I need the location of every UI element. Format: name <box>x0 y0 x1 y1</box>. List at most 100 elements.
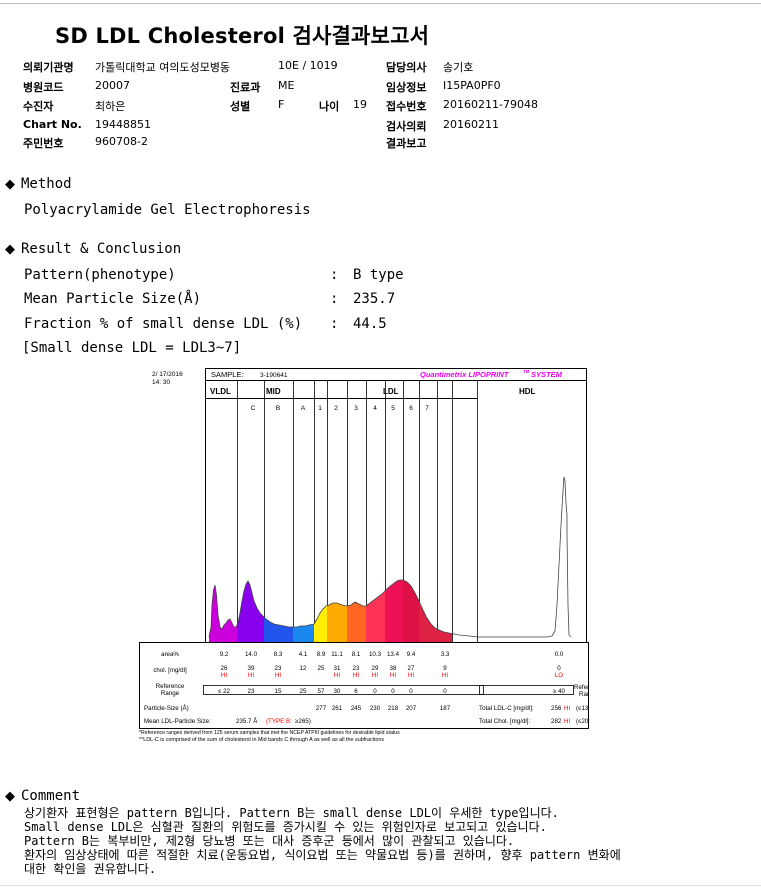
cell-area: 13.4 <box>387 651 400 658</box>
row-label-area: area% <box>161 651 179 658</box>
brand-tm: TM <box>523 369 530 374</box>
cell-area: 14.0 <box>245 651 258 658</box>
chart-time: 14: 30 <box>152 379 170 386</box>
label-sex: 성별 <box>230 100 251 113</box>
diamond-bullet-icon: ◆ <box>5 789 15 804</box>
cell-particle-size: 187 <box>440 705 451 712</box>
cell-flag: HI <box>372 672 378 679</box>
band-label: C <box>251 405 256 412</box>
mean-type-label: (TYPE B: <box>266 718 292 725</box>
mean-particle-size-value: 235.7 Å <box>236 718 258 725</box>
comment-line-4: 환자의 임상상태에 따른 적절한 치료(운동요법, 식이요법 또는 약물요법 등… <box>24 848 621 862</box>
cell-particle-size: 230 <box>370 705 381 712</box>
footnote-1: *Reference ranges derived from 125 serum… <box>139 730 400 736</box>
lipoprint-report-chart: 2/ 17/2016 14: 30 SAMPLE: 3-190641 Quant… <box>139 365 589 737</box>
cell-particle-size: 261 <box>332 705 343 712</box>
cell-particle-size: 207 <box>406 705 417 712</box>
cell-area: 8.3 <box>274 651 283 658</box>
label-hospital-code: 병원코드 <box>23 81 64 94</box>
row-label-reference: Reference <box>156 683 185 690</box>
label-receipt-no: 접수번호 <box>386 100 427 113</box>
cell-area: 9.2 <box>220 651 229 658</box>
cell-flag: HI <box>221 672 227 679</box>
cell-flag: HI <box>334 672 340 679</box>
right-reference-label: Reference <box>574 684 589 691</box>
cell-area: 8.9 <box>317 651 326 658</box>
method-heading: ◆ Method <box>5 176 72 192</box>
cell-ref: 0 <box>373 688 377 695</box>
right-range-label: Range <box>579 691 589 698</box>
chart-date: 2/ 17/2016 <box>152 371 183 378</box>
band-label: 4 <box>373 405 377 412</box>
cell-chol: 29 <box>372 665 379 672</box>
value-chart-no: 19448851 <box>95 118 151 131</box>
cell-flag: HI <box>408 672 414 679</box>
value-hospital-code: 20007 <box>95 79 130 92</box>
total-ldl-c-label: Total LDL-C [mg/dl]: <box>479 705 534 712</box>
cell-area: 4.1 <box>299 651 308 658</box>
pattern-label: Pattern(phenotype) <box>24 267 176 283</box>
cell-chol: 39 <box>248 665 255 672</box>
total-chol-label: Total Chol. [mg/dl]: <box>479 718 531 725</box>
pattern-value: B type <box>353 267 404 283</box>
label-clinical-info: 임상정보 <box>386 81 427 94</box>
total-chol-value: 282 <box>551 718 562 725</box>
band-label: 3 <box>354 405 358 412</box>
region-hdl-label: HDL <box>519 387 536 396</box>
cell-ref: 57 <box>318 688 325 695</box>
band-label: 5 <box>391 405 395 412</box>
top-divider <box>0 3 761 4</box>
comment-line-1: 상기환자 표현형은 pattern B입니다. Pattern B는 small… <box>24 806 559 820</box>
cell-chol: 23 <box>275 665 282 672</box>
band-label: 6 <box>409 405 413 412</box>
cell-particle-size: 245 <box>351 705 362 712</box>
pattern-sep: : <box>330 267 339 283</box>
row-label-chol: chol. [mg/dl] <box>153 667 187 674</box>
label-department: 진료과 <box>230 81 261 94</box>
total-ldl-c-flag: HI <box>564 705 570 712</box>
cell-area: 3.3 <box>441 651 450 658</box>
report-title: SD LDL Cholesterol 검사결과보고서 <box>55 24 430 48</box>
cell-flag: HI <box>442 672 448 679</box>
cell-area: 0.0 <box>555 651 564 658</box>
cell-ref: 0 <box>443 688 447 695</box>
cell-flag: HI <box>275 672 281 679</box>
row-label-range: Range <box>161 690 180 697</box>
footnote-2: **LDL-C is comprised of the sum of chole… <box>139 737 385 743</box>
value-clinical-info: I15PA0PF0 <box>443 79 501 92</box>
cell-ref: 0 <box>409 688 413 695</box>
cell-ref: ≥ 40 <box>553 688 566 695</box>
particle-size-value: 235.7 <box>353 291 396 307</box>
cell-chol: 27 <box>408 665 415 672</box>
fraction-value: 44.5 <box>353 316 387 332</box>
comment-line-5: 대한 확인을 권유합니다. <box>24 862 157 876</box>
cell-chol: 23 <box>353 665 360 672</box>
cell-chol: 38 <box>390 665 397 672</box>
region-vldl-label: VLDL <box>210 387 231 396</box>
label-age: 나이 <box>319 100 340 113</box>
value-test-request: 20160211 <box>443 118 499 131</box>
mean-particle-size-label: Mean LDL-Particle Size: <box>144 718 211 725</box>
cell-ref: ≤ 22 <box>218 688 231 695</box>
cell-ref: 25 <box>300 688 307 695</box>
region-mid-label: MID <box>266 387 281 396</box>
cell-particle-size: 277 <box>316 705 327 712</box>
band-label: A <box>301 405 306 412</box>
band-label: 1 <box>318 405 322 412</box>
cell-ref: 6 <box>354 688 358 695</box>
label-resident-no: 주민번호 <box>23 137 64 150</box>
cell-flag: HI <box>353 672 359 679</box>
cell-chol: 31 <box>334 665 341 672</box>
cell-area: 10.3 <box>369 651 382 658</box>
value-resident-no: 960708-2 <box>95 135 148 148</box>
cell-flag: HI <box>390 672 396 679</box>
label-attending-doctor: 담당의사 <box>386 61 427 74</box>
cell-flag: HI <box>248 672 254 679</box>
sdldl-definition-note: [Small dense LDL = LDL3~7] <box>22 340 242 356</box>
cell-area: 9.4 <box>407 651 416 658</box>
cell-area: 8.1 <box>352 651 361 658</box>
mean-type-limit: ≥265) <box>295 718 311 725</box>
brand-name: Quantimetrix LIPOPRINT <box>420 370 510 379</box>
particle-size-sep: : <box>330 291 339 307</box>
cell-ref: 23 <box>248 688 255 695</box>
